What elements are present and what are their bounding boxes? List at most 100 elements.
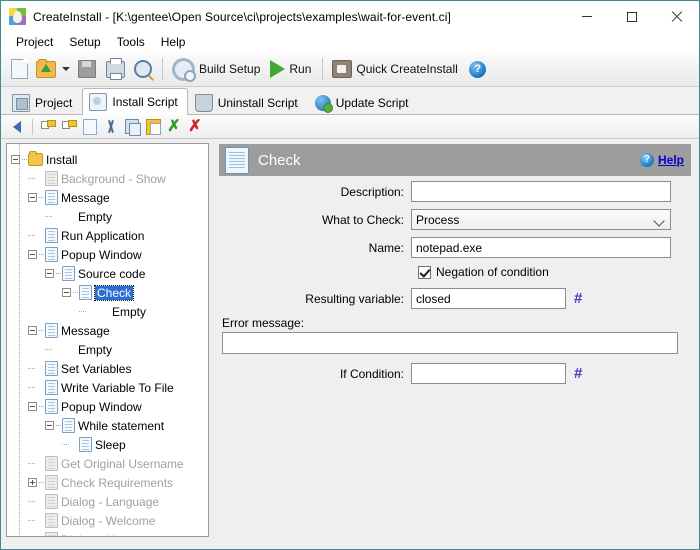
tree-item-background-show[interactable]: Background - Show [11, 169, 208, 188]
tree-item-check[interactable]: Check [11, 283, 208, 302]
tree-item-label: Popup Window [61, 399, 142, 414]
tree-collapse-toggle-icon[interactable] [11, 155, 20, 164]
resulting-variable-input[interactable] [411, 288, 566, 309]
chevron-down-icon[interactable] [62, 67, 70, 71]
menu-item-tools[interactable]: Tools [109, 33, 153, 51]
expand-all-button[interactable] [59, 117, 79, 137]
enable-action-button[interactable]: ✗ [164, 117, 184, 137]
tree-item-message[interactable]: Message [11, 188, 208, 207]
document-icon [45, 323, 58, 338]
tree-collapse-toggle-icon[interactable] [28, 402, 37, 411]
tree-item-sleep[interactable]: Sleep [11, 435, 208, 454]
tree-item-while-statement[interactable]: While statement [11, 416, 208, 435]
tree-collapse-toggle-icon[interactable] [62, 288, 71, 297]
tree-item-dialog-language[interactable]: Dialog - Language [11, 492, 208, 511]
negation-row[interactable]: Negation of condition [418, 265, 693, 279]
name-label: Name: [368, 240, 404, 255]
tree-item-message[interactable]: Message [11, 321, 208, 340]
save-project-button[interactable] [73, 54, 101, 84]
preview-button[interactable] [129, 54, 157, 84]
new-action-button[interactable] [80, 117, 100, 137]
tree-item-dialog-welcome[interactable]: Dialog - Welcome [11, 511, 208, 530]
tree-item-empty[interactable]: Empty [11, 302, 208, 321]
tree-item-run-application[interactable]: Run Application [11, 226, 208, 245]
if-condition-input[interactable] [411, 363, 566, 384]
tree-item-write-variable-to-file[interactable]: Write Variable To File [11, 378, 208, 397]
close-button[interactable] [654, 1, 699, 32]
script-tree[interactable]: Install Background - Show Message Empty Run … [6, 143, 209, 537]
tree-item-get-original-username[interactable]: Get Original Username [11, 454, 208, 473]
tree-item-popup-window[interactable]: Popup Window [11, 397, 208, 416]
document-icon [45, 494, 58, 509]
menu-item-project[interactable]: Project [8, 33, 61, 51]
chevron-down-icon [653, 215, 665, 227]
tree-collapse-toggle-icon[interactable] [28, 326, 37, 335]
minimize-button[interactable] [564, 1, 609, 32]
delete-action-button[interactable]: ✗ [185, 117, 205, 137]
print-button[interactable] [101, 54, 129, 84]
negation-checkbox[interactable] [418, 265, 431, 279]
tree-connector [79, 302, 90, 321]
tree-connector [28, 226, 39, 245]
document-icon [45, 456, 58, 471]
copy-button[interactable] [122, 117, 142, 137]
tree-item-source-code[interactable]: Source code [11, 264, 208, 283]
magnifier-icon [134, 60, 152, 78]
panel-splitter[interactable] [211, 143, 216, 537]
build-setup-button[interactable]: Build Setup [168, 54, 266, 84]
run-button[interactable]: Run [266, 54, 317, 84]
quick-createinstall-label: Quick CreateInstall [356, 62, 458, 76]
properties-form: Description: What to Check: Process Name… [219, 181, 693, 391]
tree-collapse-toggle-icon[interactable] [28, 193, 37, 202]
help-button[interactable]: ? [464, 54, 492, 84]
if-condition-hash-button[interactable]: # [574, 366, 582, 381]
tree-item-popup-window[interactable]: Popup Window [11, 245, 208, 264]
cut-button[interactable] [101, 117, 121, 137]
description-input[interactable] [411, 181, 671, 202]
resulting-variable-hash-button[interactable]: # [574, 291, 582, 306]
tab-update-script[interactable]: Update Script [308, 89, 419, 115]
new-document-icon [10, 59, 28, 79]
tab-project[interactable]: Project [5, 89, 82, 115]
update-script-icon [314, 94, 333, 113]
error-message-input[interactable] [222, 332, 678, 354]
tab-install-script[interactable]: Install Script [82, 88, 188, 115]
tree-item-dialog-license[interactable]: Dialog - License [11, 530, 208, 537]
tree-item-check-requirements[interactable]: Check Requirements [11, 473, 208, 492]
tree-item-install[interactable]: Install [11, 150, 208, 169]
tree-item-empty[interactable]: Empty [11, 207, 208, 226]
if-condition-label: If Condition: [339, 366, 404, 381]
document-icon [45, 190, 58, 205]
tree-item-empty[interactable]: Empty [11, 340, 208, 359]
maximize-button[interactable] [609, 1, 654, 32]
name-input[interactable] [411, 237, 671, 258]
what-to-check-value: Process [416, 212, 460, 227]
new-project-button[interactable] [5, 54, 33, 84]
tab-uninstall-script[interactable]: Uninstall Script [188, 89, 308, 115]
panel-help[interactable]: ? Help [639, 144, 684, 176]
menu-item-setup[interactable]: Setup [61, 33, 108, 51]
paste-button[interactable] [143, 117, 163, 137]
toolbar-separator [162, 58, 163, 80]
quick-createinstall-button[interactable]: Quick CreateInstall [328, 54, 463, 84]
tree-item-set-variables[interactable]: Set Variables [11, 359, 208, 378]
tree-item-label: Dialog - License [61, 533, 147, 537]
document-icon [45, 171, 58, 186]
what-to-check-select[interactable]: Process [411, 209, 671, 230]
tree-collapse-toggle-icon[interactable] [28, 250, 37, 259]
tree-item-label: Install [46, 152, 78, 167]
tree-collapse-toggle-icon[interactable] [45, 421, 54, 430]
menu-item-help[interactable]: Help [153, 33, 194, 51]
menu-bar: Project Setup Tools Help [1, 32, 699, 52]
negation-label: Negation of condition [436, 265, 549, 279]
tree-expand-toggle-icon[interactable] [28, 478, 37, 487]
collapse-all-button[interactable] [38, 117, 58, 137]
open-project-button[interactable] [33, 54, 73, 84]
tree-collapse-toggle-icon[interactable] [45, 269, 54, 278]
go-back-button[interactable] [7, 117, 27, 137]
help-link[interactable]: Help [658, 153, 684, 167]
